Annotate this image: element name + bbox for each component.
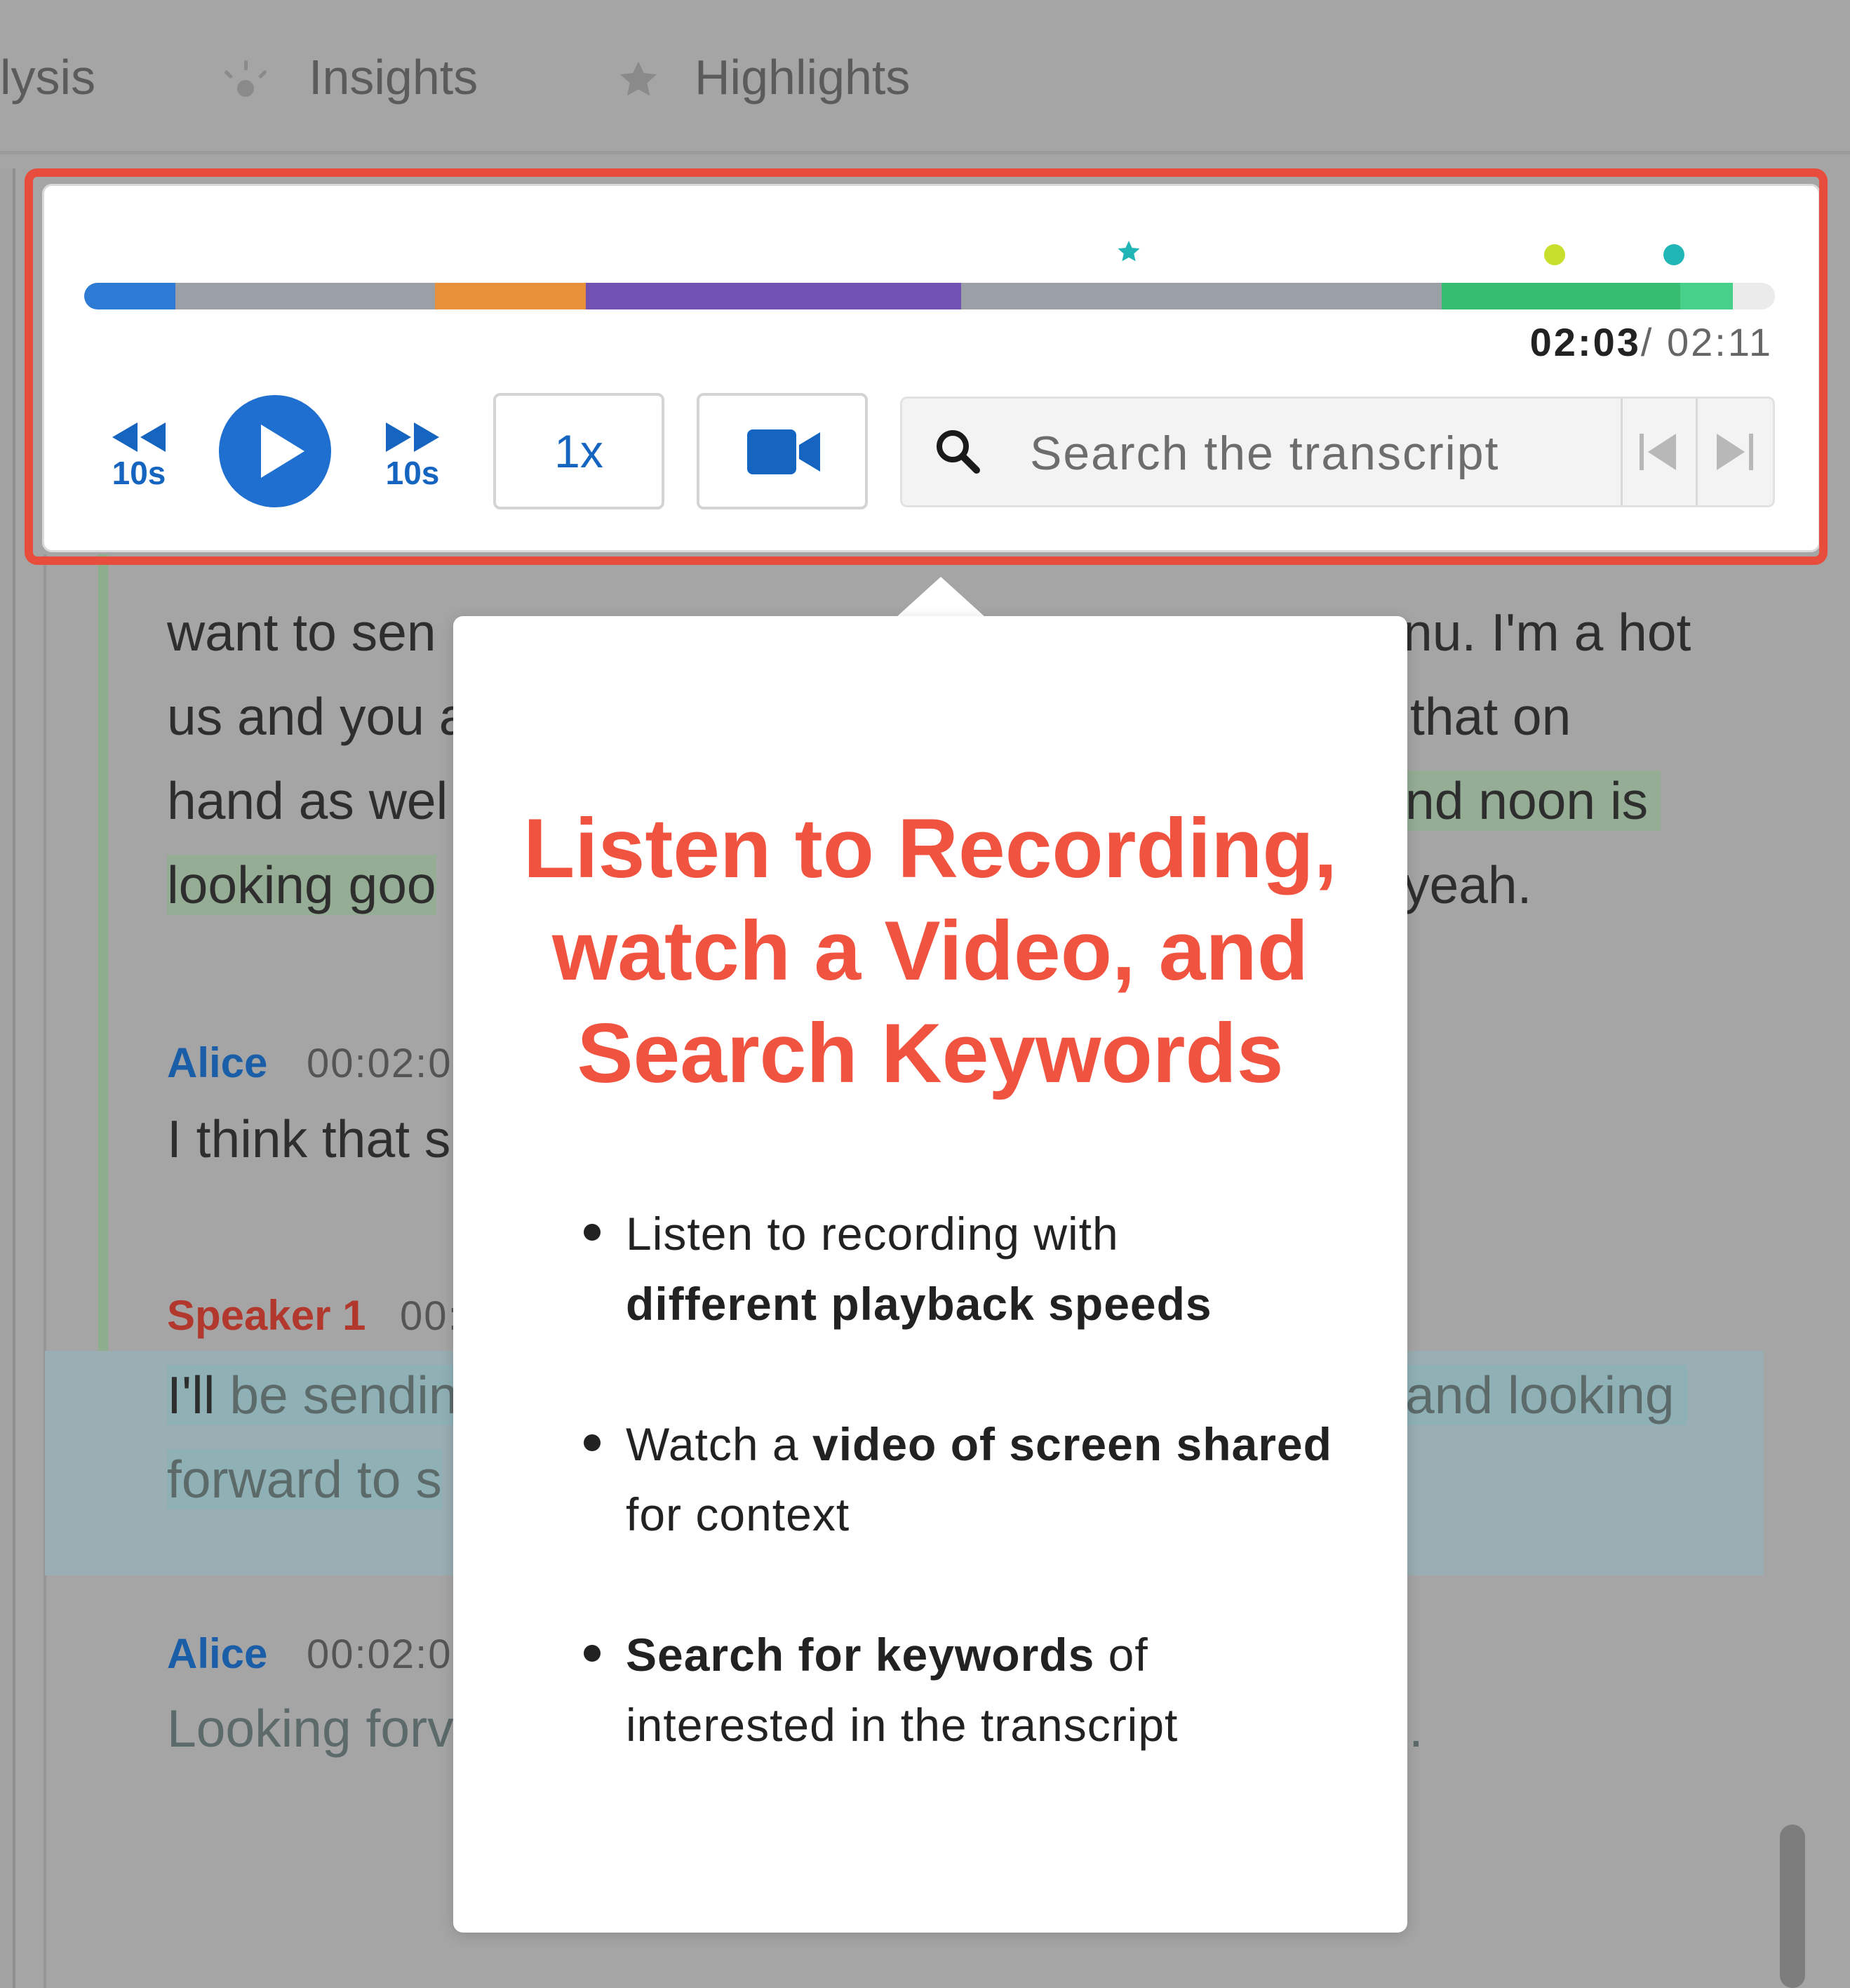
insight-marker[interactable]	[1544, 244, 1565, 265]
transcript-line: us and you a	[167, 687, 469, 746]
timeline-segment	[84, 283, 175, 309]
popover-title-line: watch a Video, and	[551, 904, 1309, 998]
next-result-icon[interactable]	[1714, 432, 1755, 475]
previous-result-icon[interactable]	[1638, 432, 1679, 475]
feature-popover: Listen to Recording, watch a Video, and …	[453, 616, 1407, 1933]
transcript-line: and looking	[1405, 1365, 1687, 1425]
popover-title-line: Listen to Recording,	[523, 801, 1338, 895]
transcript-line: hand as wel	[167, 771, 448, 830]
feature-list: Listen to recording with different playb…	[584, 1199, 1355, 1830]
total-time: / 02:11	[1640, 320, 1773, 364]
top-nav: lysis Insights Highlights	[0, 0, 1850, 154]
transcript-search	[900, 396, 1775, 507]
rewind-button[interactable]: 10s	[97, 421, 181, 492]
speed-label: 1x	[554, 425, 603, 477]
timestamp[interactable]: 00:	[400, 1293, 461, 1340]
feature-text: Listen to recording with	[626, 1208, 1119, 1260]
transcript-line: that on	[1410, 687, 1571, 746]
feature-text: Watch a	[626, 1418, 812, 1470]
timeline-segment	[1680, 283, 1733, 309]
feature-text-bold: Search for keywords	[626, 1629, 1095, 1681]
feature-text-bold: different playback speeds	[626, 1278, 1212, 1330]
transcript-line: forward to s	[167, 1449, 442, 1509]
search-icon	[933, 427, 982, 479]
feature-item: Watch a video of screen shared for conte…	[584, 1409, 1355, 1549]
playback-speed-button[interactable]: 1x	[493, 393, 664, 509]
current-time: 02:03	[1529, 320, 1641, 364]
popover-title: Listen to Recording, watch a Video, and …	[453, 797, 1407, 1105]
timeline-segment	[435, 283, 586, 309]
transcript-line: Looking forv	[167, 1699, 454, 1758]
rewind-label: 10s	[112, 455, 166, 491]
play-icon	[219, 425, 331, 510]
tab-highlights[interactable]: Highlights	[695, 49, 910, 105]
left-panel-edge	[0, 168, 15, 1988]
star-icon	[616, 58, 661, 106]
time-display: 02:03/ 02:11	[1530, 319, 1773, 365]
transcript-line: .	[1409, 1699, 1423, 1758]
forward-button[interactable]: 10s	[370, 421, 455, 492]
timeline-segment	[1442, 283, 1680, 309]
timeline-segment	[586, 283, 961, 309]
tab-analysis[interactable]: lysis	[0, 49, 95, 105]
feature-text: for context	[626, 1488, 850, 1540]
search-nav	[1621, 399, 1773, 505]
popover-title-line: Search Keywords	[577, 1006, 1284, 1100]
timestamp[interactable]: 00:02:0	[307, 1631, 453, 1678]
feature-item: Listen to recording with different playb…	[584, 1199, 1355, 1339]
transcript-line: nu. I'm a hot	[1403, 603, 1691, 662]
transcript-line: want to sen	[167, 603, 436, 662]
spoken-word: I'll	[167, 1366, 215, 1425]
transcript-line: looking goo	[167, 855, 436, 915]
transcript-line: I'll be sendin	[167, 1365, 458, 1425]
timeline-track[interactable]	[84, 283, 1775, 309]
feature-item: Search for keywords of interested in the…	[584, 1620, 1355, 1760]
transcript-line: nd noon is	[1405, 770, 1661, 831]
timeline-segment	[1733, 283, 1775, 309]
bullet-dot	[584, 1224, 601, 1241]
bullet-dot	[584, 1645, 601, 1662]
timeline-segment	[175, 283, 435, 309]
speaker-name[interactable]: Alice	[167, 1629, 267, 1678]
timestamp[interactable]: 00:02:0	[307, 1040, 453, 1087]
transcript-line: I think that s	[167, 1109, 451, 1168]
insight-marker[interactable]	[1663, 244, 1684, 265]
transcript-line: yeah.	[1403, 855, 1532, 914]
bullet-dot	[584, 1434, 601, 1451]
video-camera-icon	[747, 428, 820, 479]
star-marker-icon[interactable]	[1115, 239, 1142, 269]
forward-label: 10s	[385, 455, 440, 491]
feature-text-bold: video of screen shared	[812, 1418, 1332, 1470]
play-button[interactable]	[219, 395, 331, 507]
timeline-segment	[961, 283, 1442, 309]
nav-divider	[1696, 399, 1698, 505]
speaker-name[interactable]: Speaker 1	[167, 1291, 366, 1340]
scrollbar[interactable]	[1780, 1824, 1805, 1988]
speaker-name[interactable]: Alice	[167, 1039, 267, 1087]
upcoming-words: be sendin	[215, 1366, 458, 1425]
popover-arrow	[896, 577, 986, 618]
video-button[interactable]	[697, 393, 868, 509]
tab-insights[interactable]: Insights	[309, 49, 478, 105]
sparkle-icon	[221, 58, 270, 110]
